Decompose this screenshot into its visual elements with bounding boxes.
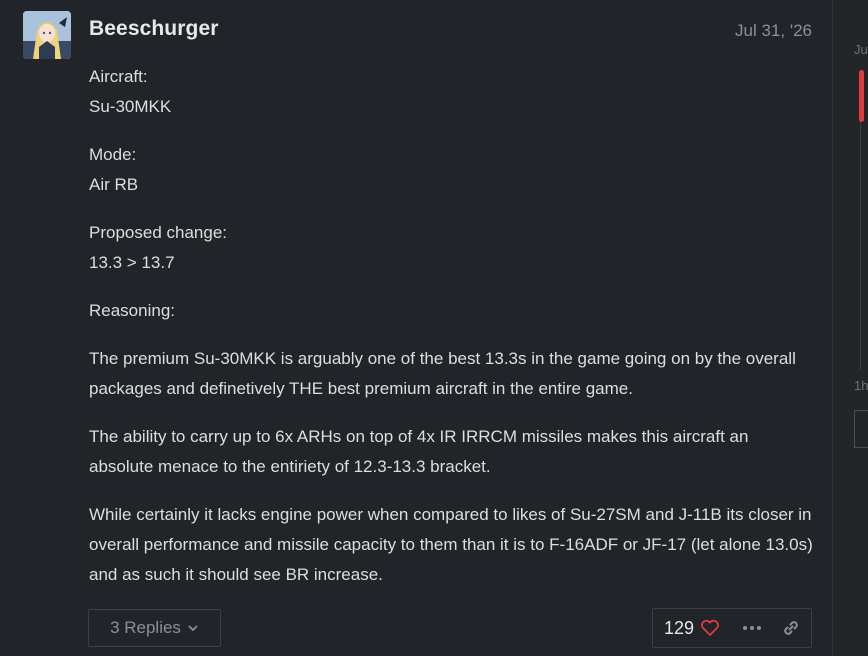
post: Beeschurger Jul 31, '26 Aircraft: Su-30M… xyxy=(0,0,832,656)
field-label: Reasoning: xyxy=(89,301,176,320)
field-value: Air RB xyxy=(89,175,139,194)
share-link-button[interactable] xyxy=(782,619,800,637)
ellipsis-icon xyxy=(743,626,762,630)
post-paragraph: The ability to carry up to 6x ARHs on to… xyxy=(89,427,749,476)
replies-button[interactable]: 3 Replies xyxy=(88,609,221,647)
timeline-sidebar: Ju 1h xyxy=(832,0,868,656)
heart-icon xyxy=(701,619,719,636)
timeline-end-label: 1h xyxy=(854,378,868,393)
post-paragraph: The premium Su-30MKK is arguably one of … xyxy=(89,349,796,398)
post-actions: 129 xyxy=(652,608,812,648)
replies-label: 3 Replies xyxy=(110,618,181,637)
avatar-image xyxy=(23,11,71,59)
post-paragraph: Reasoning: xyxy=(89,296,814,326)
field-label: Proposed change: xyxy=(89,223,227,242)
post-paragraph: While certainly it lacks engine power wh… xyxy=(89,505,813,584)
timeline-button[interactable] xyxy=(854,410,868,448)
post-content: Aircraft: Su-30MKK Mode: Air RB Proposed… xyxy=(89,62,814,608)
more-actions-button[interactable] xyxy=(742,625,762,631)
timeline-start-label: Ju xyxy=(854,42,868,57)
post-paragraph: Aircraft: Su-30MKK xyxy=(89,62,814,122)
post-date[interactable]: Jul 31, '26 xyxy=(735,21,812,41)
timeline-handle[interactable] xyxy=(859,70,864,122)
post-paragraph: Proposed change: 13.3 > 13.7 xyxy=(89,218,814,278)
chevron-down-icon xyxy=(188,625,198,632)
field-label: Aircraft: xyxy=(89,67,148,86)
username[interactable]: Beeschurger xyxy=(89,17,219,41)
field-label: Mode: xyxy=(89,145,137,164)
field-value: Su-30MKK xyxy=(89,97,172,116)
link-icon xyxy=(784,621,798,635)
avatar[interactable] xyxy=(23,11,71,59)
post-paragraph: Mode: Air RB xyxy=(89,140,814,200)
like-count[interactable]: 129 xyxy=(664,618,694,639)
like-button[interactable] xyxy=(700,619,720,637)
field-value: 13.3 > 13.7 xyxy=(89,253,175,272)
